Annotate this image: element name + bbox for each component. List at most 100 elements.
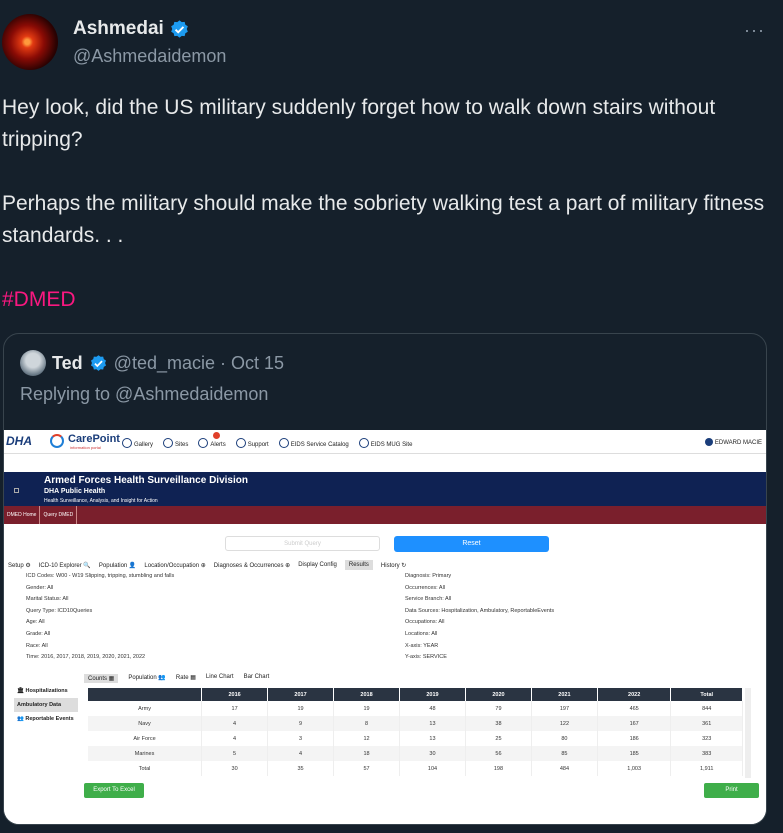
table-cell: 25 bbox=[465, 731, 532, 746]
print-button: Print bbox=[704, 783, 759, 798]
subtab-line-chart: Line Chart bbox=[205, 674, 234, 680]
nav-alerts: Alerts bbox=[198, 438, 225, 448]
carepoint-logo: CarePoint bbox=[68, 433, 120, 445]
author-avatar[interactable] bbox=[2, 14, 58, 70]
banner-title: Armed Forces Health Surveillance Divisio… bbox=[44, 475, 248, 486]
criteria-query-type: Query Type: ICD10Queries bbox=[26, 607, 93, 614]
table-cell: 197 bbox=[531, 701, 598, 716]
tab-history: History ↻ bbox=[380, 562, 407, 569]
table-scrollbar bbox=[745, 688, 751, 778]
table-header-cell: Total bbox=[670, 688, 743, 701]
table-cell: 56 bbox=[465, 746, 532, 761]
broken-image-icon bbox=[14, 488, 19, 493]
author-name[interactable]: Ashmedai bbox=[73, 18, 164, 40]
attached-screenshot[interactable]: DHA CarePoint information portal Gallery… bbox=[4, 430, 766, 824]
criteria-age: Age: All bbox=[26, 619, 45, 626]
dha-logo: DHA bbox=[6, 434, 32, 448]
table-cell: Navy bbox=[88, 716, 203, 731]
tab-results: Results bbox=[344, 560, 373, 570]
results-subtabs: Counts ▦ Population 👥 Rate ▦ Line Chart … bbox=[84, 674, 269, 683]
carepoint-logo-icon bbox=[50, 434, 64, 448]
table-cell: 30 bbox=[399, 746, 466, 761]
more-options-icon[interactable]: ··· bbox=[744, 20, 765, 41]
table-cell: 18 bbox=[333, 746, 400, 761]
data-source-panel: 🏛 Hospitalizations Ambulatory Data 👥 Rep… bbox=[14, 684, 78, 726]
quoted-tweet[interactable]: Ted @ted_macie · Oct 15 Replying to @Ash… bbox=[3, 333, 767, 825]
tweet-text: Hey look, did the US military suddenly f… bbox=[2, 92, 772, 348]
subtab-counts: Counts ▦ bbox=[84, 674, 119, 683]
table-cell: 9 bbox=[267, 716, 335, 731]
criteria-grade: Grade: All bbox=[26, 630, 51, 637]
table-cell: 35 bbox=[267, 761, 335, 776]
table-cell: Air Force bbox=[88, 731, 203, 746]
table-cell: 185 bbox=[597, 746, 672, 761]
table-cell: 80 bbox=[531, 731, 598, 746]
quote-handle-date: @ted_macie · Oct 15 bbox=[113, 352, 285, 373]
table-cell: 167 bbox=[597, 716, 672, 731]
nav-eids-mug: EIDS MUG Site bbox=[359, 438, 413, 448]
criteria-diagnosis: Diagnosis: Primary bbox=[405, 573, 452, 579]
dmed-menu-bar: DMED Home Query DMED bbox=[4, 506, 766, 524]
tab-location: Location/Occupation ⊕ bbox=[144, 562, 206, 569]
table-cell: 30 bbox=[201, 761, 269, 776]
table-body: Army 17 19 19 48 79 197 465 844 Navy 4 9 8 13 38 122 167… bbox=[88, 701, 743, 776]
criteria-sources: Data Sources: Hospitalization, Ambulator… bbox=[405, 607, 555, 614]
table-header-cell: 2020 bbox=[465, 688, 532, 701]
table-cell: Marines bbox=[88, 746, 203, 761]
table-cell: 844 bbox=[670, 701, 743, 716]
carepoint-sub: information portal bbox=[70, 445, 101, 450]
table-cell: 79 bbox=[465, 701, 532, 716]
table-row: Marines 5 4 18 30 56 85 185 383 bbox=[88, 746, 743, 761]
table-cell: 4 bbox=[201, 731, 269, 746]
tab-display-config: Display Config bbox=[298, 562, 337, 568]
table-cell: 383 bbox=[670, 746, 743, 761]
table-header-cell: 2018 bbox=[333, 688, 400, 701]
table-header-cell bbox=[88, 688, 203, 701]
nav-eids-catalog: EIDS Service Catalog bbox=[279, 438, 349, 448]
table-header-cell: 2016 bbox=[201, 688, 269, 701]
hashtag-link[interactable]: #DMED bbox=[2, 284, 772, 316]
quote-author-name: Ted bbox=[52, 352, 83, 373]
table-cell: 85 bbox=[531, 746, 598, 761]
criteria-gender: Gender: All bbox=[26, 584, 54, 591]
criteria-occurrences: Occurrences: All bbox=[405, 584, 446, 591]
subtab-population: Population 👥 bbox=[128, 675, 166, 681]
nav-gallery: Gallery bbox=[122, 438, 153, 448]
table-cell: 1,911 bbox=[670, 761, 743, 776]
table-cell: 8 bbox=[333, 716, 400, 731]
table-cell: 186 bbox=[597, 731, 672, 746]
quote-header: Ted @ted_macie · Oct 15 bbox=[20, 350, 284, 376]
menu-query-dmed: Query DMED bbox=[40, 506, 78, 524]
table-cell: 19 bbox=[333, 701, 400, 716]
alert-badge-icon bbox=[213, 432, 220, 439]
source-ambulatory: Ambulatory Data bbox=[14, 698, 78, 712]
table-cell: 484 bbox=[531, 761, 598, 776]
table-cell: 57 bbox=[333, 761, 400, 776]
criteria-marital: Marital Status: All bbox=[26, 596, 69, 603]
submit-query-button: Submit Query bbox=[225, 536, 380, 551]
table-cell: 17 bbox=[201, 701, 269, 716]
table-cell: 4 bbox=[267, 746, 335, 761]
source-hospitalizations: 🏛 Hospitalizations bbox=[17, 688, 68, 694]
subtab-rate: Rate ▦ bbox=[175, 675, 196, 681]
dmed-top-nav: DHA CarePoint information portal Gallery… bbox=[4, 430, 766, 454]
author-handle[interactable]: @Ashmedaidemon bbox=[73, 46, 226, 67]
afhsd-banner: Armed Forces Health Surveillance Divisio… bbox=[4, 472, 766, 506]
criteria-xaxis: X-axis: YEAR bbox=[405, 642, 439, 649]
export-excel-button: Export To Excel bbox=[84, 783, 144, 798]
table-header-cell: 2021 bbox=[531, 688, 598, 701]
tab-population: Population 👤 bbox=[98, 562, 137, 569]
table-row: Army 17 19 19 48 79 197 465 844 bbox=[88, 701, 743, 716]
table-row: Air Force 4 3 12 13 25 80 186 323 bbox=[88, 731, 743, 746]
table-header-cell: 2019 bbox=[399, 688, 466, 701]
table-cell: 5 bbox=[201, 746, 269, 761]
table-row: Navy 4 9 8 13 38 122 167 361 bbox=[88, 716, 743, 731]
table-row: Total 30 35 57 104 198 484 1,003 1,911 bbox=[88, 761, 743, 776]
results-table-wrap: 2016 2017 2018 2019 2020 2021 2022 Total Army 17… bbox=[88, 688, 750, 783]
tab-setup: Setup ⚙ bbox=[8, 562, 31, 569]
table-cell: 4 bbox=[201, 716, 269, 731]
nav-sites: Sites bbox=[163, 438, 188, 448]
tweet-paragraph-1: Hey look, did the US military suddenly f… bbox=[2, 96, 716, 151]
results-table: 2016 2017 2018 2019 2020 2021 2022 Total Army 17… bbox=[88, 688, 743, 776]
tab-diagnoses: Diagnoses & Occurrences ⊕ bbox=[213, 562, 291, 569]
